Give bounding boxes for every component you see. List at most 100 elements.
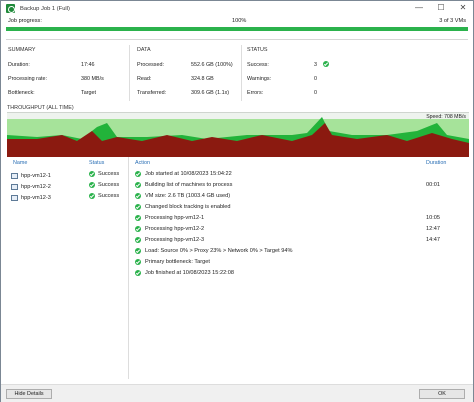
- data-processed-value: 552.6 GB (100%): [191, 62, 233, 68]
- summary-rate-value: 380 MB/s: [81, 76, 104, 82]
- throughput-speed: Speed: 708 MB/s: [426, 114, 466, 120]
- title-bar: Backup Job 1 (Full) — ☐ ✕: [1, 1, 473, 16]
- data-transferred-value: 309.6 GB (1.1x): [191, 90, 230, 96]
- action-duration: 00:01: [426, 182, 440, 188]
- ok-button[interactable]: OK: [419, 389, 465, 399]
- action-text: Job finished at 10/08/2023 15:22:08: [145, 270, 234, 276]
- pane-divider[interactable]: [128, 157, 129, 379]
- column-divider: [241, 45, 242, 101]
- summary-bottleneck-value: Target: [81, 90, 96, 96]
- vm-status: Success: [89, 171, 119, 177]
- close-button[interactable]: ✕: [457, 2, 469, 14]
- job-progress-bar: [6, 27, 468, 31]
- job-progress-percent: 100%: [232, 18, 247, 24]
- hide-details-button[interactable]: Hide Details: [6, 389, 52, 399]
- action-text: VM size: 2.6 TB (1003.4 GB used): [145, 193, 231, 199]
- data-processed-label: Processed:: [137, 62, 164, 68]
- divider: [6, 39, 468, 40]
- success-check-icon: [135, 237, 141, 243]
- action-row: Load: Source 0% > Proxy 23% > Network 0%…: [135, 248, 292, 254]
- action-header[interactable]: Action: [135, 160, 150, 166]
- action-row: Processing hpp-vm12-1: [135, 215, 204, 221]
- window-title: Backup Job 1 (Full): [20, 5, 70, 12]
- job-progress-count: 3 of 3 VMs: [439, 18, 466, 24]
- action-row: Job started at 10/08/2023 15:04:22: [135, 171, 232, 177]
- vm-icon: [11, 172, 18, 179]
- column-divider: [129, 45, 130, 101]
- action-text: Processing hpp-vm12-2: [145, 226, 205, 232]
- vm-icon: [11, 183, 18, 190]
- vm-name: hpp-vm12-1: [21, 172, 51, 179]
- success-check-icon: [89, 193, 95, 199]
- status-success-label: Success:: [247, 62, 269, 68]
- success-check-icon: [135, 215, 141, 221]
- vm-name: hpp-vm12-3: [21, 194, 51, 201]
- status-success-value: 3: [314, 62, 317, 68]
- data-heading: DATA: [137, 47, 151, 53]
- success-check-icon: [323, 61, 329, 67]
- vm-status-text: Success: [98, 182, 120, 188]
- success-check-icon: [135, 259, 141, 265]
- backup-job-window: Backup Job 1 (Full) — ☐ ✕ Job progress: …: [0, 0, 474, 402]
- app-icon: [6, 4, 15, 13]
- action-text: Load: Source 0% > Proxy 23% > Network 0%…: [145, 248, 293, 254]
- data-transferred-label: Transferred:: [137, 90, 167, 96]
- summary-duration-value: 17:46: [81, 62, 95, 68]
- action-text: Building list of machines to process: [145, 182, 233, 188]
- action-duration: 12:47: [426, 226, 440, 232]
- vm-name-header[interactable]: Name: [13, 160, 27, 166]
- success-check-icon: [135, 171, 141, 177]
- summary-bottleneck-label: Bottleneck:: [8, 90, 35, 96]
- vm-row[interactable]: hpp-vm12-1: [11, 171, 51, 180]
- minimize-button[interactable]: —: [413, 2, 425, 14]
- summary-duration-label: Duration:: [8, 62, 30, 68]
- action-text: Processing hpp-vm12-3: [145, 237, 205, 243]
- vm-row[interactable]: hpp-vm12-3: [11, 193, 51, 202]
- success-check-icon: [89, 182, 95, 188]
- vm-status-text: Success: [98, 193, 120, 199]
- throughput-chart: [7, 112, 469, 157]
- success-check-icon: [89, 171, 95, 177]
- action-row: Processing hpp-vm12-2: [135, 226, 204, 232]
- action-row: Processing hpp-vm12-3: [135, 237, 204, 243]
- action-row: VM size: 2.6 TB (1003.4 GB used): [135, 193, 230, 199]
- throughput-heading: THROUGHPUT (ALL TIME): [7, 105, 74, 111]
- vm-row[interactable]: hpp-vm12-2: [11, 182, 51, 191]
- vm-status: Success: [89, 193, 119, 199]
- action-duration: 10:05: [426, 215, 440, 221]
- vm-name: hpp-vm12-2: [21, 183, 51, 190]
- vm-status: Success: [89, 182, 119, 188]
- action-row: Building list of machines to process: [135, 182, 232, 188]
- success-check-icon: [135, 193, 141, 199]
- action-row: Changed block tracking is enabled: [135, 204, 231, 210]
- throughput-graph: [7, 117, 469, 157]
- action-row: Primary bottleneck: Target: [135, 259, 210, 265]
- action-text: Processing hpp-vm12-1: [145, 215, 205, 221]
- vm-status-header[interactable]: Status: [89, 160, 104, 166]
- job-progress-label: Job progress:: [8, 18, 42, 24]
- data-read-value: 324.8 GB: [191, 76, 214, 82]
- action-row: Job finished at 10/08/2023 15:22:08: [135, 270, 234, 276]
- status-warnings-label: Warnings:: [247, 76, 272, 82]
- status-heading: STATUS: [247, 47, 268, 53]
- action-duration: 14:47: [426, 237, 440, 243]
- summary-heading: SUMMARY: [8, 47, 36, 53]
- job-progress-row: Job progress: 100% 3 of 3 VMs: [6, 17, 468, 26]
- maximize-button[interactable]: ☐: [435, 2, 447, 14]
- success-check-icon: [135, 204, 141, 210]
- action-text: Job started at 10/08/2023 15:04:22: [145, 171, 232, 177]
- duration-header[interactable]: Duration: [426, 160, 446, 166]
- action-text: Changed block tracking is enabled: [145, 204, 231, 210]
- success-check-icon: [135, 226, 141, 232]
- status-errors-value: 0: [314, 90, 317, 96]
- success-check-icon: [135, 248, 141, 254]
- job-progress-fill: [6, 27, 468, 31]
- status-warnings-value: 0: [314, 76, 317, 82]
- status-errors-label: Errors:: [247, 90, 264, 96]
- vm-status-text: Success: [98, 171, 120, 177]
- action-text: Primary bottleneck: Target: [145, 259, 210, 265]
- data-read-label: Read:: [137, 76, 152, 82]
- success-check-icon: [135, 270, 141, 276]
- vm-icon: [11, 194, 18, 201]
- summary-rate-label: Processing rate:: [8, 76, 47, 82]
